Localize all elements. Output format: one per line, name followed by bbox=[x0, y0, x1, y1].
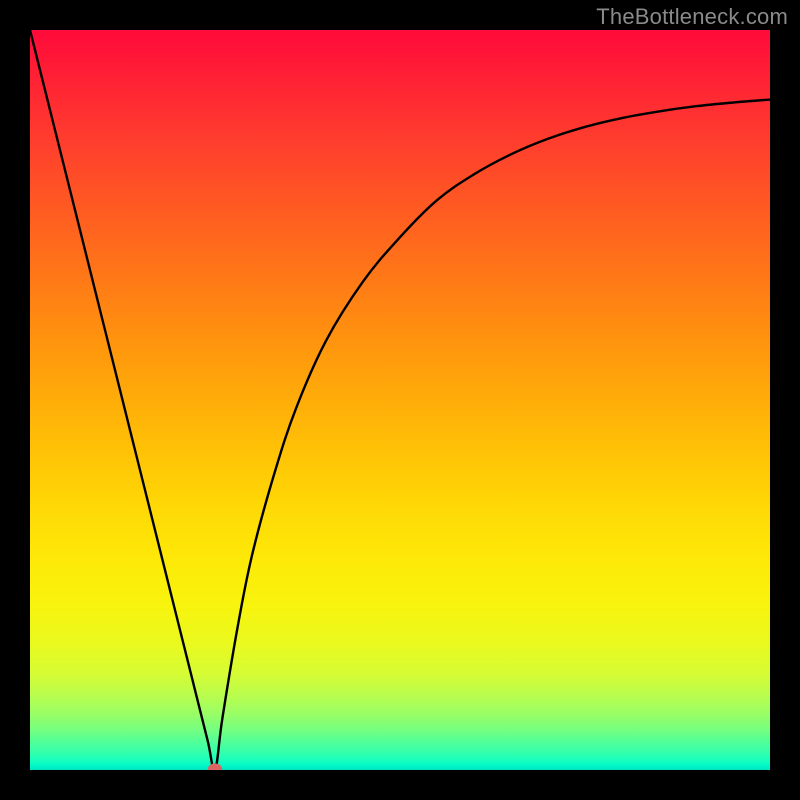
bottleneck-curve bbox=[30, 30, 770, 770]
plot-area bbox=[30, 30, 770, 770]
chart-frame: TheBottleneck.com bbox=[0, 0, 800, 800]
watermark-text: TheBottleneck.com bbox=[596, 4, 788, 30]
curve-svg bbox=[30, 30, 770, 770]
minimum-marker bbox=[208, 764, 222, 771]
